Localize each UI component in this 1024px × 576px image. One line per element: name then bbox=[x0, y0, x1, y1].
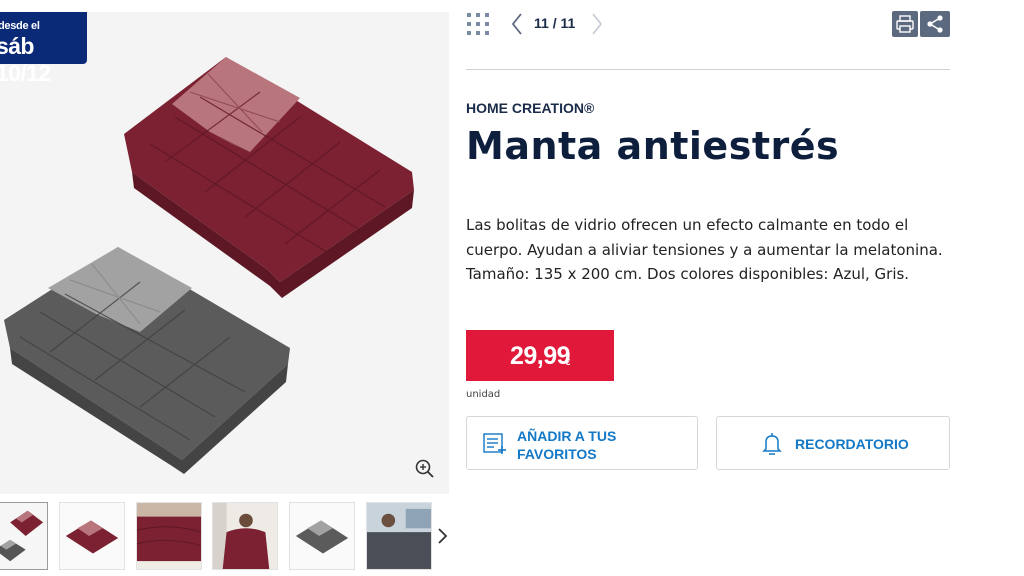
badge-line1: desde el bbox=[0, 20, 40, 32]
product-title: Manta antiestrés bbox=[466, 124, 840, 168]
availability-date-badge: desde el sáb 10/12 bbox=[0, 12, 87, 86]
thumbnails-next-chevron-icon[interactable] bbox=[436, 524, 450, 548]
product-brand: HOME CREATION® bbox=[466, 100, 595, 116]
product-info: 11 / 11 HOME CREATION® Manta antiestrés … bbox=[466, 0, 950, 576]
thumb-red-blanket[interactable] bbox=[59, 502, 125, 570]
print-icon[interactable] bbox=[892, 11, 918, 37]
product-description: Las bolitas de vidrio ofrecen un efecto … bbox=[466, 216, 943, 283]
thumbnail-strip bbox=[0, 502, 450, 572]
header-divider bbox=[466, 69, 950, 70]
pager-indicator: 11 / 11 bbox=[534, 15, 576, 31]
reminder-button[interactable]: RECORDATORIO bbox=[716, 416, 950, 470]
price-currency: € bbox=[565, 358, 571, 367]
chevron-left-icon[interactable] bbox=[510, 11, 524, 37]
chevron-right-icon[interactable] bbox=[590, 11, 604, 37]
product-navigation-bar: 11 / 11 bbox=[466, 10, 950, 40]
grid-icon[interactable] bbox=[466, 12, 490, 36]
badge-line2: sáb 10/12 bbox=[0, 33, 51, 86]
list-add-icon bbox=[483, 432, 509, 456]
price-tag: 29,99 € bbox=[466, 330, 614, 381]
thumb-grey-blanket[interactable] bbox=[289, 502, 355, 570]
thumb-woman-with-blanket[interactable] bbox=[212, 502, 278, 570]
thumb-man-with-blanket[interactable] bbox=[366, 502, 432, 570]
product-gallery: desde el sáb 10/12 bbox=[0, 0, 450, 576]
add-to-favorites-button[interactable]: Añadir a tus favoritos bbox=[466, 416, 698, 470]
price-unit: unidad bbox=[466, 389, 501, 400]
thumb-blanket-on-bed[interactable] bbox=[136, 502, 202, 570]
thumb-two-blankets[interactable] bbox=[0, 502, 48, 570]
bell-icon bbox=[761, 432, 783, 456]
add-to-favorites-label: Añadir a tus favoritos bbox=[517, 428, 617, 462]
share-icon[interactable] bbox=[920, 11, 950, 37]
reminder-label: RECORDATORIO bbox=[795, 436, 909, 452]
zoom-in-icon[interactable] bbox=[414, 458, 436, 480]
price-value: 29,99 bbox=[510, 342, 571, 370]
